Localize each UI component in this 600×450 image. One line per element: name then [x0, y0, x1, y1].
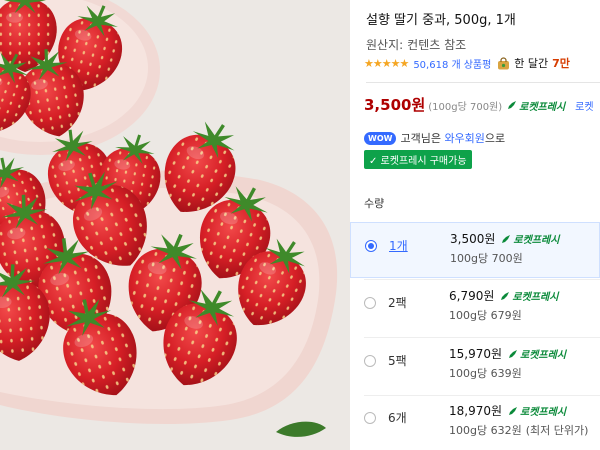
- product-image[interactable]: [0, 0, 350, 450]
- option-label[interactable]: 1개: [389, 237, 408, 254]
- wow-membership-row: WOW 고객님은 와우회원 으로: [364, 130, 505, 146]
- origin-label: 원산지:: [366, 38, 404, 52]
- review-count-link[interactable]: 50,618 개: [413, 56, 460, 71]
- product-title: 설향 딸기 중과, 500g, 1개: [366, 13, 516, 28]
- option-unit-price: 100g당 639원: [449, 367, 522, 380]
- option-radio[interactable]: [364, 297, 376, 309]
- rocket-icon: [502, 234, 511, 243]
- option-radio[interactable]: [365, 240, 377, 252]
- rocket-fresh-label: 로켓프레시: [512, 292, 559, 303]
- option-radio[interactable]: [364, 355, 376, 367]
- shopping-bag-icon: [498, 56, 510, 69]
- star-rating-icon: ★★★★★: [364, 56, 409, 70]
- rocket-fresh-badge: 로켓프레시: [508, 346, 566, 361]
- option-1[interactable]: 1개 3,500원 로켓프레시 100g당 700원: [350, 222, 600, 278]
- rocket-icon: [501, 291, 510, 300]
- option-unit-price: 100g당 679원: [449, 309, 522, 322]
- option-unit-value: 100g당 632원: [449, 424, 522, 437]
- option-radio[interactable]: [364, 412, 376, 424]
- option-label[interactable]: 6개: [388, 409, 407, 426]
- rocket-fresh-badge: 로켓프레시: [501, 231, 559, 246]
- option-price-row: 18,970원 로켓프레시: [449, 402, 566, 419]
- option-4[interactable]: 6개 18,970원 로켓프레시 100g당 632원 (최저 단위가): [350, 395, 600, 450]
- price-row: 3,500원 (100g당 700원) 로켓프레시 로켓: [364, 94, 594, 115]
- option-price-row: 3,500원 로켓프레시: [450, 230, 559, 247]
- option-3[interactable]: 5팩 15,970원 로켓프레시 100g당 639원: [350, 338, 600, 394]
- option-price: 6,790원: [449, 289, 495, 303]
- option-label[interactable]: 5팩: [388, 352, 407, 369]
- option-2[interactable]: 2팩 6,790원 로켓프레시 100g당 679원: [350, 280, 600, 336]
- rocket-fresh-label: 로켓프레시: [520, 407, 567, 418]
- option-price: 15,970원: [449, 347, 503, 361]
- rocket-icon: [508, 101, 517, 109]
- rocket-fresh-label: 로켓프레시: [519, 101, 566, 113]
- option-unit-price: 100g당 700원: [450, 252, 523, 265]
- option-price: 3,500원: [450, 232, 496, 246]
- rating-row: ★★★★★ 50,618 개 상품평 한 달간 7만: [364, 54, 570, 72]
- product-info-panel: 설향 딸기 중과, 500g, 1개 원산지: 컨텐츠 참조 ★★★★★ 50,6…: [350, 0, 600, 450]
- recent-purchase-count: 7만: [552, 57, 570, 70]
- option-unit-price: 100g당 632원 (최저 단위가): [449, 422, 588, 438]
- rocket-icon: [509, 406, 518, 415]
- wow-member-link[interactable]: 와우회원: [444, 130, 484, 146]
- origin-info: 원산지: 컨텐츠 참조: [366, 36, 466, 53]
- option-label[interactable]: 2팩: [388, 294, 407, 311]
- rocket-fresh-badge: 로켓프레시: [508, 403, 566, 418]
- rocket-delivery-badge: 로켓: [575, 102, 594, 113]
- strawberry-photo: [0, 0, 338, 437]
- sale-price: 3,500원: [364, 96, 426, 114]
- option-price-row: 6,790원 로켓프레시: [449, 287, 558, 304]
- divider: [366, 82, 600, 83]
- option-price: 18,970원: [449, 404, 503, 418]
- lowest-unit-price-note: (최저 단위가): [525, 424, 589, 437]
- option-price-row: 15,970원 로켓프레시: [449, 345, 566, 362]
- wow-text-before: 고객님은: [400, 132, 441, 145]
- rocket-fresh-label: 로켓프레시: [513, 235, 560, 246]
- origin-value: 컨텐츠 참조: [407, 38, 467, 52]
- recent-purchase-label: 한 달간: [514, 57, 549, 70]
- rocket-fresh-available-badge: ✓ 로켓프레시 구매가능: [364, 150, 472, 169]
- rocket-fresh-label: 로켓프레시: [520, 350, 567, 361]
- wow-text-after: 으로: [484, 132, 506, 145]
- unit-price: (100g당 700원): [428, 102, 503, 113]
- rocket-fresh-badge: 로켓프레시: [500, 288, 558, 303]
- wow-badge: WOW: [364, 131, 397, 145]
- rocket-fresh-badge: 로켓프레시: [507, 98, 565, 113]
- rocket-icon: [509, 349, 518, 358]
- review-label-link[interactable]: 상품평: [464, 56, 492, 71]
- quantity-label: 수량: [364, 197, 385, 210]
